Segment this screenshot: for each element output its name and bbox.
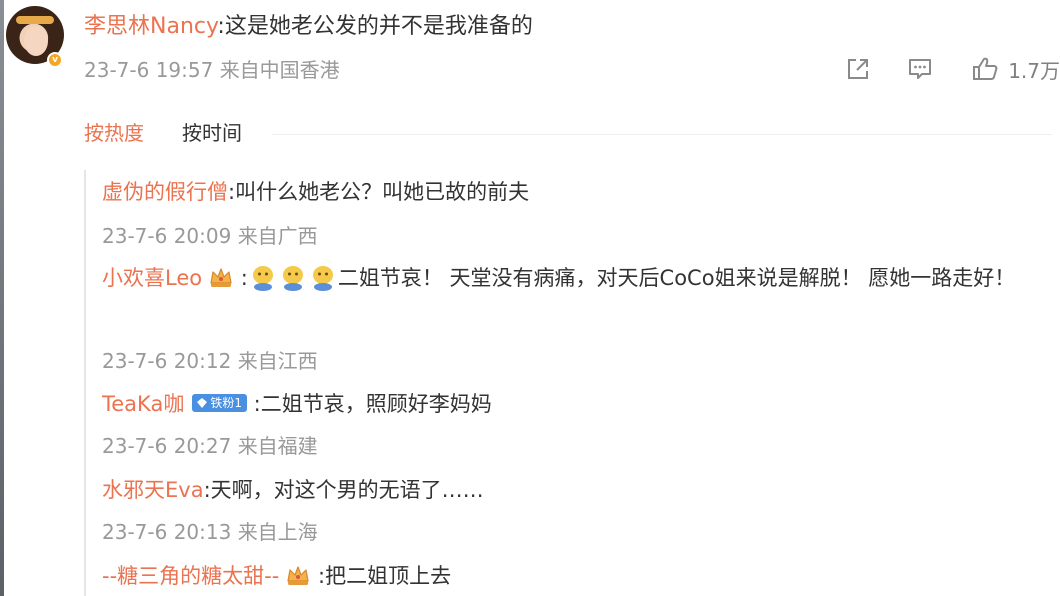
reply-author-name[interactable]: 小欢喜Leo	[102, 266, 202, 290]
author-name[interactable]: 李思林Nancy	[84, 14, 217, 39]
reply-author-name[interactable]: TeaKa咖	[102, 392, 184, 416]
crown-icon	[287, 566, 309, 585]
reply-item: 虚伪的假行僧:叫什么她老公？叫她已故的前夫	[102, 177, 529, 207]
reply-meta: 23-7-6 20:09 来自广西	[102, 222, 318, 250]
reply-item: TeaKa咖 铁粉1 :二姐节哀，照顾好李妈妈	[102, 389, 492, 419]
reply-location: 来自上海	[237, 520, 318, 544]
like-button[interactable]: 1.7万	[970, 55, 1060, 84]
reply-location: 来自福建	[237, 434, 318, 458]
reply-author-name[interactable]: 水邪天Eva	[102, 478, 204, 502]
comment-timestamp: 23-7-6 19:57	[84, 58, 214, 82]
tabs-divider	[272, 134, 1052, 135]
reply-timestamp: 23-7-6 20:13	[102, 520, 232, 544]
comment-meta: 23-7-6 19:57 来自中国香港	[84, 56, 340, 84]
reply-author-name[interactable]: --糖三角的糖太甜--	[102, 564, 279, 588]
doge-emoji-icon	[282, 266, 303, 291]
reply-timestamp: 23-7-6 20:12	[102, 349, 232, 373]
comment-text: 这是她老公发的并不是我准备的	[224, 14, 533, 39]
sort-tabs: 按热度 按时间	[84, 118, 242, 148]
reply-meta: 23-7-6 20:12 来自江西	[102, 347, 318, 375]
reply-separator: :	[203, 478, 211, 502]
reply-item: 水邪天Eva:天啊，对这个男的无语了……	[102, 475, 484, 505]
window-left-edge	[0, 0, 4, 596]
comment-actions: 1.7万	[844, 54, 1060, 84]
share-button[interactable]	[844, 55, 872, 83]
doge-emoji-icon	[312, 266, 333, 291]
reply-timestamp: 23-7-6 20:27	[102, 434, 232, 458]
reply-text: 叫什么她老公？叫她已故的前夫	[235, 180, 530, 204]
reply-text: 天啊，对这个男的无语了……	[210, 478, 484, 502]
comment-icon	[909, 59, 932, 79]
comment-location: 来自中国香港	[219, 58, 340, 82]
reply-item: --糖三角的糖太甜-- :把二姐顶上去	[102, 561, 451, 591]
reply-author-name[interactable]: 虚伪的假行僧	[102, 180, 228, 204]
reply-timestamp: 23-7-6 20:09	[102, 224, 232, 248]
tab-sort-by-time[interactable]: 按时间	[182, 118, 242, 148]
reply-separator: :	[234, 266, 248, 290]
reply-meta: 23-7-6 20:13 来自上海	[102, 518, 318, 546]
reply-meta: 23-7-6 20:27 来自福建	[102, 432, 318, 460]
comment-button[interactable]	[906, 55, 934, 83]
fan-badge: 铁粉1	[192, 394, 247, 412]
reply-text: 把二姐顶上去	[325, 564, 452, 588]
main-comment-line: 李思林Nancy:这是她老公发的并不是我准备的	[84, 12, 533, 42]
reply-location: 来自江西	[237, 349, 318, 373]
comment-separator: :	[217, 14, 225, 39]
crown-icon	[210, 268, 232, 287]
diamond-icon	[197, 398, 208, 408]
reply-separator: :	[246, 392, 261, 416]
reply-item: 小欢喜Leo : 二姐节哀！ 天堂没有病痛，对天后CoCo姐来说是解脱！ 愿她一路…	[102, 256, 1052, 300]
share-icon	[848, 59, 869, 79]
reply-location: 来自广西	[237, 224, 318, 248]
verified-badge-icon: v	[47, 52, 63, 68]
like-icon	[973, 57, 998, 80]
fan-badge-label: 铁粉1	[210, 396, 242, 410]
tab-sort-by-hot[interactable]: 按热度	[84, 118, 144, 148]
reply-text: 二姐节哀！ 天堂没有病痛，对天后CoCo姐来说是解脱！ 愿她一路走好！	[337, 266, 1016, 290]
reply-separator: :	[311, 564, 326, 588]
doge-emoji-icon	[252, 266, 273, 291]
like-count: 1.7万	[1008, 58, 1060, 83]
reply-text: 二姐节哀，照顾好李妈妈	[260, 392, 492, 416]
